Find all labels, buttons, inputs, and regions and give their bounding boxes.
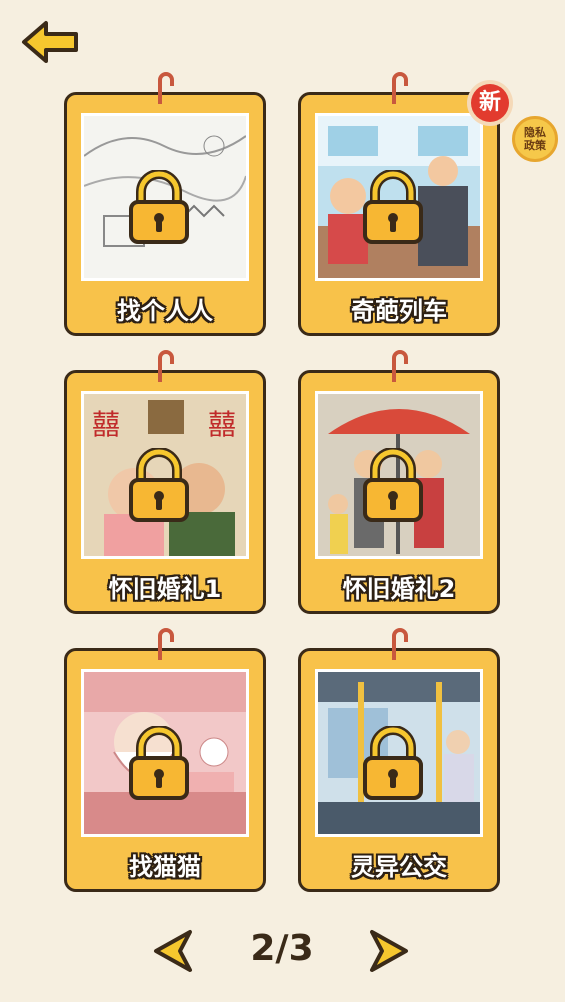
level-thumbnail: 囍 囍	[81, 391, 249, 559]
level-thumbnail	[81, 669, 249, 837]
level-thumbnail	[81, 113, 249, 281]
lock-icon	[363, 448, 423, 522]
level-title: 奇葩列车	[351, 297, 447, 325]
level-card-frame[interactable]: 囍 囍 怀旧婚礼1	[64, 370, 266, 614]
level-card-1[interactable]: 找个人人	[64, 72, 266, 336]
lock-icon	[129, 170, 189, 244]
lock-icon	[363, 170, 423, 244]
previous-page-button[interactable]	[150, 928, 196, 974]
level-thumbnail	[315, 113, 483, 281]
privacy-policy-button[interactable]: 隐私 政策	[512, 116, 558, 162]
level-card-frame[interactable]: 灵异公交	[298, 648, 500, 892]
lock-icon	[129, 726, 189, 800]
level-card-frame[interactable]: 奇葩列车	[298, 92, 500, 336]
hook-icon	[392, 72, 408, 104]
level-card-5[interactable]: 找猫猫	[64, 628, 266, 892]
level-card-frame[interactable]: 找个人人	[64, 92, 266, 336]
lock-icon	[129, 448, 189, 522]
level-title: 找猫猫	[129, 853, 201, 881]
back-button[interactable]	[20, 20, 82, 64]
page-indicator: 2/3	[250, 928, 314, 969]
hook-icon	[158, 350, 174, 382]
level-card-frame[interactable]: 怀旧婚礼2	[298, 370, 500, 614]
next-page-button[interactable]	[366, 928, 412, 974]
new-badge: 新	[465, 78, 515, 128]
lock-icon	[363, 726, 423, 800]
level-title: 怀旧婚礼1	[108, 575, 222, 603]
level-card-2[interactable]: 奇葩列车 新	[298, 72, 513, 336]
svg-text:囍: 囍	[92, 408, 120, 441]
level-card-frame[interactable]: 找猫猫	[64, 648, 266, 892]
level-card-4[interactable]: 怀旧婚礼2	[298, 350, 500, 614]
back-arrow-icon	[22, 21, 78, 63]
hook-icon	[158, 628, 174, 660]
hook-icon	[392, 350, 408, 382]
hook-icon	[392, 628, 408, 660]
level-title: 怀旧婚礼2	[342, 575, 456, 603]
level-title: 找个人人	[117, 297, 213, 325]
new-badge-label: 新	[478, 90, 501, 115]
level-card-3[interactable]: 囍 囍 怀旧婚礼1	[64, 350, 266, 614]
level-title: 灵异公交	[351, 853, 447, 881]
hook-icon	[158, 72, 174, 104]
level-thumbnail	[315, 669, 483, 837]
svg-text:囍: 囍	[208, 408, 236, 441]
level-card-6[interactable]: 灵异公交	[298, 628, 500, 892]
level-thumbnail	[315, 391, 483, 559]
pagination: 2/3	[0, 920, 565, 980]
